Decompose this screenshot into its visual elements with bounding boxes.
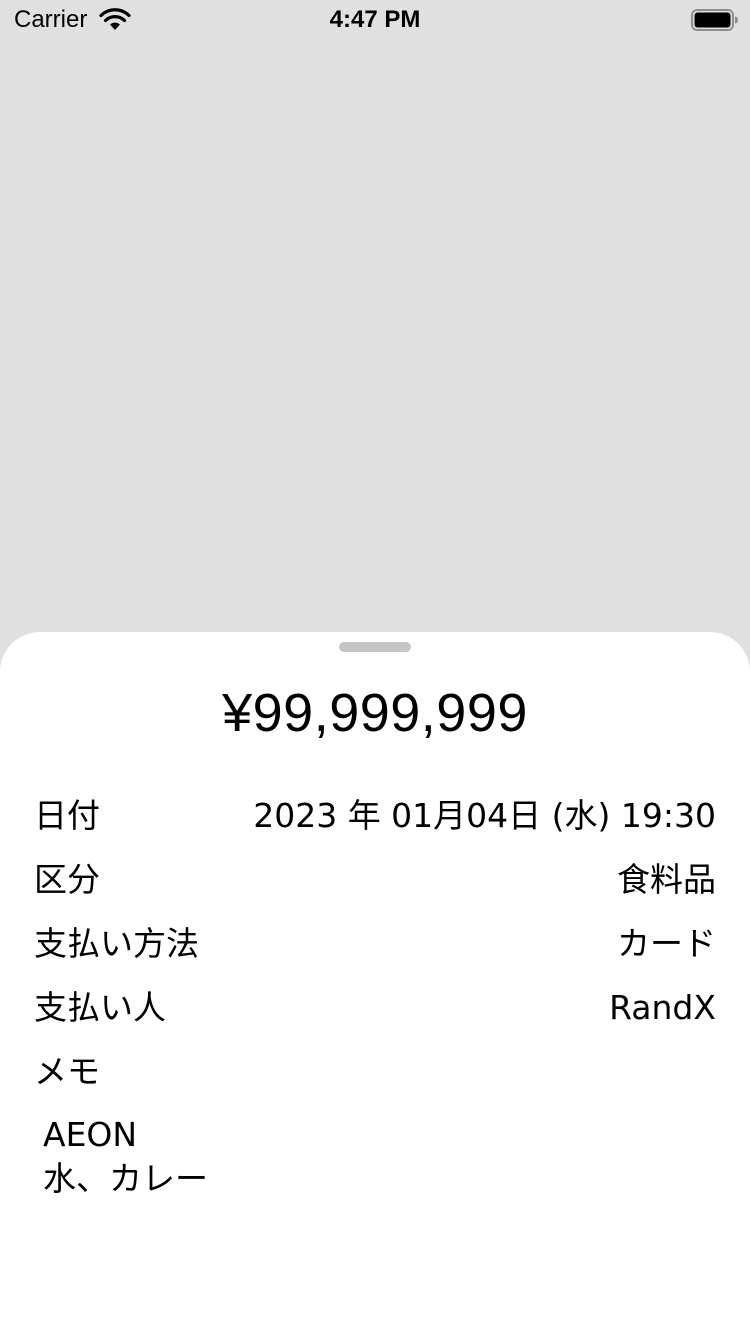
category-label: 区分: [34, 860, 100, 899]
payer-value: RandX: [609, 988, 716, 1027]
status-time: 4:47 PM: [329, 6, 421, 33]
memo-line: AEON: [43, 1115, 138, 1154]
category-value: 食料品: [617, 860, 716, 899]
sheet-grabber[interactable]: [339, 642, 411, 652]
battery-icon: [691, 9, 738, 31]
payment-method-label: 支払い方法: [34, 924, 199, 963]
amount-text: ¥99,999,999: [222, 683, 528, 743]
memo-line: 水、カレー: [43, 1159, 208, 1198]
memo-row: メモ: [34, 1050, 716, 1094]
memo-label: メモ: [34, 1052, 100, 1091]
date-row: 日付 2023 年 01月04日 (水) 19:30: [34, 794, 716, 838]
payment-method-row: 支払い方法 カード: [34, 922, 716, 966]
date-label: 日付: [34, 796, 100, 835]
payment-method-value: カード: [617, 924, 716, 963]
status-bar: Carrier 4:47 PM: [0, 0, 750, 40]
category-row: 区分 食料品: [34, 858, 716, 902]
memo-text: AEON 水、カレー: [43, 1113, 208, 1201]
date-value: 2023 年 01月04日 (水) 19:30: [253, 796, 716, 835]
payer-row: 支払い人 RandX: [34, 986, 716, 1030]
payer-label: 支払い人: [34, 988, 166, 1027]
detail-sheet[interactable]: ¥99,999,999 日付 2023 年 01月04日 (水) 19:30 区…: [0, 632, 750, 1334]
